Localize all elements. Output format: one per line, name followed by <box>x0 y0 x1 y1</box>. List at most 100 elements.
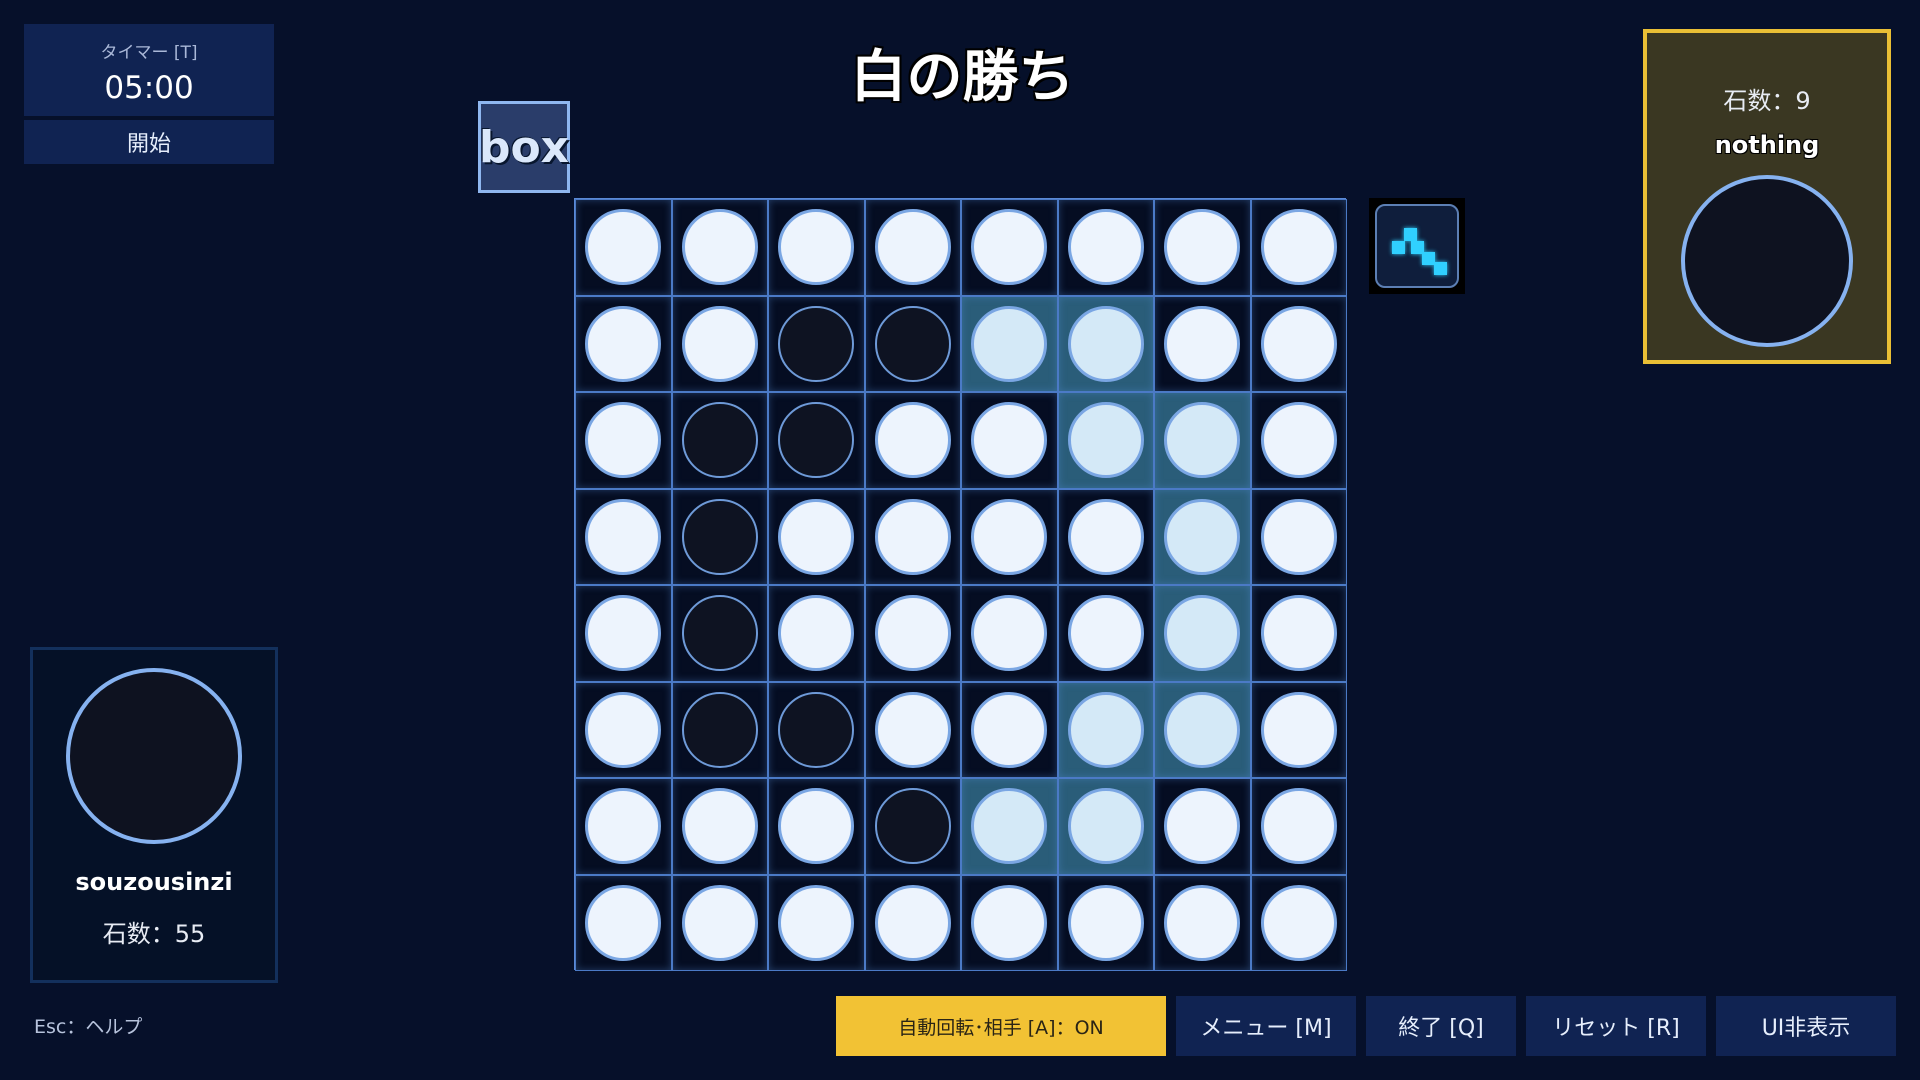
board-cell[interactable] <box>671 488 768 585</box>
white-disc <box>1164 209 1241 286</box>
white-disc <box>874 884 951 961</box>
timer-panel: タイマー [T] 05:00 <box>24 24 274 116</box>
white-disc <box>971 691 1048 768</box>
board-cell[interactable] <box>575 199 672 296</box>
board-cell[interactable] <box>575 681 672 778</box>
board-cell[interactable] <box>1057 295 1154 392</box>
board-cell[interactable] <box>671 681 768 778</box>
white-disc <box>1260 595 1337 672</box>
board-cell[interactable] <box>1250 874 1347 971</box>
board-cell[interactable] <box>768 585 865 682</box>
board-cell[interactable] <box>768 392 865 489</box>
board-cell[interactable] <box>1154 295 1251 392</box>
board-cell[interactable] <box>961 874 1058 971</box>
board-cell[interactable] <box>768 874 865 971</box>
reset-button[interactable]: リセット [R] <box>1526 996 1706 1056</box>
board-cell[interactable] <box>864 874 961 971</box>
white-disc <box>1260 788 1337 865</box>
board-cell[interactable] <box>575 585 672 682</box>
board-cell[interactable] <box>1250 392 1347 489</box>
board-cell[interactable] <box>961 585 1058 682</box>
result-title: 白の勝ち <box>850 45 1075 110</box>
board-cell[interactable] <box>864 585 961 682</box>
white-disc <box>1260 402 1337 479</box>
board-cell[interactable] <box>1250 681 1347 778</box>
hide-ui-button[interactable]: UI非表示 <box>1716 996 1896 1056</box>
board-cell[interactable] <box>1057 874 1154 971</box>
board-cell[interactable] <box>1250 488 1347 585</box>
board-cell[interactable] <box>575 392 672 489</box>
board-cell[interactable] <box>1154 778 1251 875</box>
board-cell[interactable] <box>864 681 961 778</box>
white-disc <box>971 595 1048 672</box>
board-cell[interactable] <box>1154 488 1251 585</box>
player-name: souzousinzi <box>75 868 233 896</box>
player-card: souzousinzi 石数：55 <box>30 647 278 983</box>
board-cell[interactable] <box>1057 585 1154 682</box>
board-cell[interactable] <box>671 778 768 875</box>
board-cell[interactable] <box>864 392 961 489</box>
board-cell[interactable] <box>671 585 768 682</box>
board-cell[interactable] <box>768 778 865 875</box>
white-disc <box>681 788 758 865</box>
board-cell[interactable] <box>1154 199 1251 296</box>
board-cell[interactable] <box>1154 392 1251 489</box>
board-cell[interactable] <box>671 199 768 296</box>
white-disc <box>1164 788 1241 865</box>
white-disc <box>971 305 1048 382</box>
white-disc <box>1164 691 1241 768</box>
auto-rotate-button[interactable]: 自動回転･相手 [A]：ON <box>836 996 1166 1056</box>
board-cell[interactable] <box>864 488 961 585</box>
board-cell[interactable] <box>961 199 1058 296</box>
board-cell[interactable] <box>671 392 768 489</box>
board-cell[interactable] <box>671 295 768 392</box>
board-cell[interactable] <box>575 874 672 971</box>
white-disc <box>971 402 1048 479</box>
pattern-icon-button[interactable] <box>1369 198 1465 294</box>
board-cell[interactable] <box>1057 392 1154 489</box>
box-button[interactable]: box <box>478 101 570 193</box>
quit-button[interactable]: 終了 [Q] <box>1366 996 1516 1056</box>
board-cell[interactable] <box>1250 199 1347 296</box>
board-cell[interactable] <box>1250 295 1347 392</box>
board-cell[interactable] <box>575 295 672 392</box>
board-cell[interactable] <box>961 295 1058 392</box>
board-cell[interactable] <box>864 199 961 296</box>
white-disc <box>778 209 855 286</box>
black-disc <box>874 305 951 382</box>
board-cell[interactable] <box>1154 585 1251 682</box>
timer-value: 05:00 <box>104 70 194 106</box>
board-cell[interactable] <box>864 778 961 875</box>
board-cell[interactable] <box>864 295 961 392</box>
white-disc <box>971 209 1048 286</box>
board-cell[interactable] <box>575 778 672 875</box>
board-cell[interactable] <box>1057 199 1154 296</box>
white-disc <box>1164 595 1241 672</box>
white-disc <box>778 595 855 672</box>
board-cell[interactable] <box>671 874 768 971</box>
white-disc <box>874 691 951 768</box>
menu-button[interactable]: メニュー [M] <box>1176 996 1356 1056</box>
board-cell[interactable] <box>1154 681 1251 778</box>
board-cell[interactable] <box>768 681 865 778</box>
white-disc <box>1260 305 1337 382</box>
board-cell[interactable] <box>575 488 672 585</box>
black-disc <box>681 595 758 672</box>
board-cell[interactable] <box>768 488 865 585</box>
board-cell[interactable] <box>1057 778 1154 875</box>
board-cell[interactable] <box>1154 874 1251 971</box>
board-cell[interactable] <box>961 778 1058 875</box>
white-disc <box>1164 402 1241 479</box>
white-disc <box>778 498 855 575</box>
white-disc <box>1067 209 1144 286</box>
board-cell[interactable] <box>961 392 1058 489</box>
board-cell[interactable] <box>1057 488 1154 585</box>
board-cell[interactable] <box>768 295 865 392</box>
board-cell[interactable] <box>1250 585 1347 682</box>
board-cell[interactable] <box>1250 778 1347 875</box>
start-button[interactable]: 開始 <box>24 120 274 164</box>
board-cell[interactable] <box>961 681 1058 778</box>
board-cell[interactable] <box>961 488 1058 585</box>
board-cell[interactable] <box>768 199 865 296</box>
board-cell[interactable] <box>1057 681 1154 778</box>
